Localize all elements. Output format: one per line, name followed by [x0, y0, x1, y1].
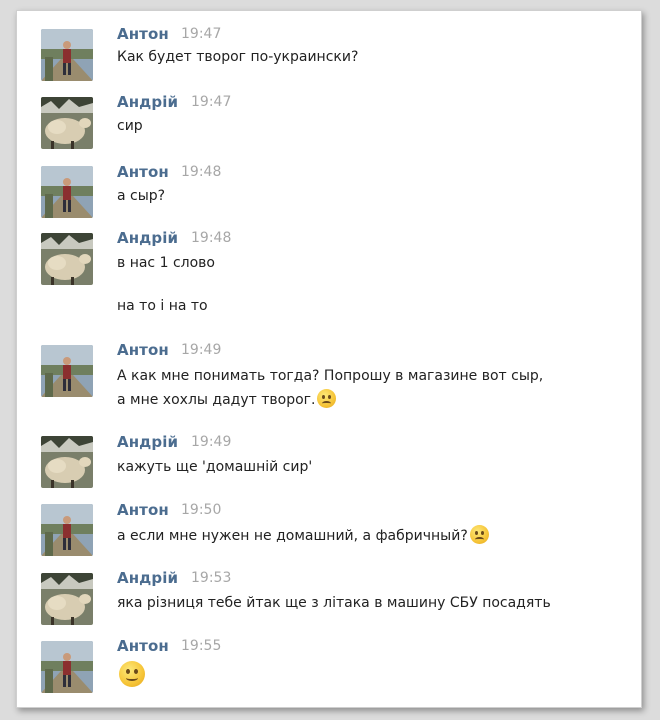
message-time: 19:47: [181, 26, 222, 42]
avatar[interactable]: [41, 573, 93, 625]
avatar[interactable]: [41, 97, 93, 149]
message-time: 19:48: [191, 230, 232, 246]
message-text: яка різниця тебе йтак ще з літака в маши…: [117, 595, 551, 611]
message-time: 19:55: [181, 638, 222, 654]
message-time: 19:49: [181, 342, 222, 358]
avatar[interactable]: [41, 233, 93, 285]
avatar[interactable]: [41, 641, 93, 693]
message-time: 19:50: [181, 502, 222, 518]
sheep-photo-icon: [41, 233, 93, 285]
person-photo-icon: [41, 345, 93, 397]
author-name[interactable]: Антон: [117, 163, 169, 181]
message-text: Как будет творог по-украински?: [117, 49, 359, 65]
message-text-line: а если мне нужен не домашний, а фабричны…: [117, 525, 489, 547]
message-time: 19:47: [191, 94, 232, 110]
chat-window: Антон 19:47 Как будет творог по-украинск…: [16, 10, 642, 708]
avatar[interactable]: [41, 436, 93, 488]
author-name[interactable]: Антон: [117, 341, 169, 359]
message-emoji-line: [117, 661, 145, 690]
author-name[interactable]: Андрій: [117, 569, 178, 587]
person-photo-icon: [41, 504, 93, 556]
message-text: в нас 1 слово: [117, 255, 215, 271]
avatar[interactable]: [41, 166, 93, 218]
author-name[interactable]: Андрій: [117, 229, 178, 247]
sheep-photo-icon: [41, 97, 93, 149]
message-time: 19:49: [191, 434, 232, 450]
person-photo-icon: [41, 166, 93, 218]
thinking-emoji: [317, 389, 337, 408]
avatar[interactable]: [41, 29, 93, 81]
smile-emoji: [119, 661, 145, 687]
message-text: А как мне понимать тогда? Попрошу в мага…: [117, 368, 544, 384]
author-name[interactable]: Антон: [117, 501, 169, 519]
message-time: 19:53: [191, 570, 232, 586]
sad-emoji: [469, 525, 489, 544]
author-name[interactable]: Антон: [117, 25, 169, 43]
author-name[interactable]: Андрій: [117, 93, 178, 111]
message-text: а сыр?: [117, 188, 166, 204]
person-photo-icon: [41, 641, 93, 693]
message-text-line2: а мне хохлы дадут творог.: [117, 389, 337, 411]
sheep-photo-icon: [41, 436, 93, 488]
author-name[interactable]: Антон: [117, 637, 169, 655]
person-photo-icon: [41, 29, 93, 81]
message-text: на то і на то: [117, 298, 208, 314]
message-time: 19:48: [181, 164, 222, 180]
author-name[interactable]: Андрій: [117, 433, 178, 451]
message-text: сир: [117, 118, 143, 134]
message-text: кажуть ще 'домашній сир': [117, 459, 313, 475]
avatar[interactable]: [41, 504, 93, 556]
avatar[interactable]: [41, 345, 93, 397]
sheep-photo-icon: [41, 573, 93, 625]
